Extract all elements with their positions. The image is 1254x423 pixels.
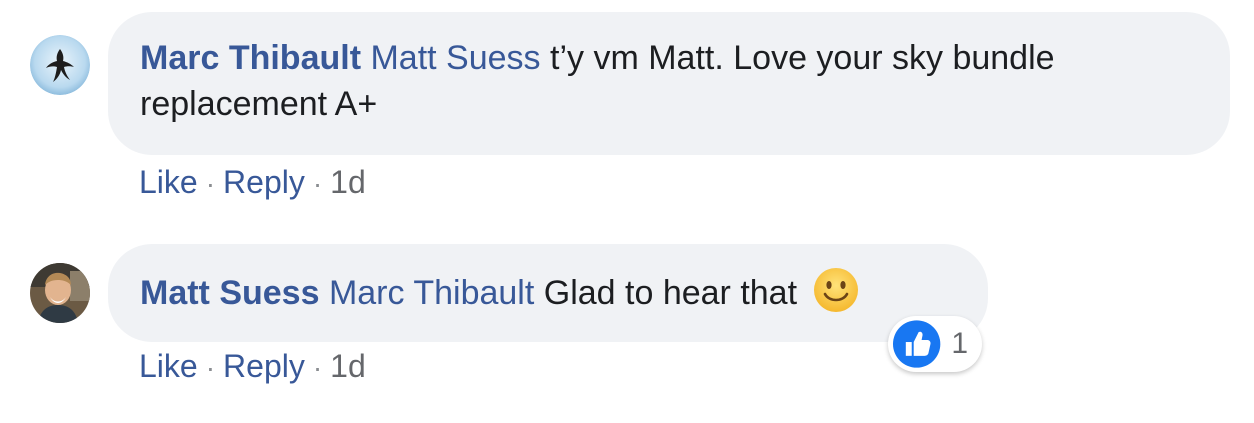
bird-avatar[interactable] [30,35,90,95]
reaction-count: 1 [951,327,968,360]
bird-silhouette-icon [30,35,90,95]
separator-dot: · [312,352,323,383]
separator-dot: · [205,168,216,199]
reply-link[interactable]: Reply [223,348,305,384]
timestamp[interactable]: 1d [330,348,366,384]
timestamp[interactable]: 1d [330,164,366,200]
comment-author[interactable]: Matt Suess [140,274,320,312]
person-photo-icon [30,263,90,323]
person-avatar[interactable] [30,263,90,323]
like-link[interactable]: Like [139,348,198,384]
comment-mention[interactable]: Marc Thibault [329,274,534,312]
comment-mention[interactable]: Matt Suess [370,39,540,77]
comment-text: Glad to hear that [543,274,798,312]
comment-bubble: Marc Thibault Matt Suess t’y vm Matt. Lo… [108,12,1230,155]
like-link[interactable]: Like [139,164,198,200]
separator-dot: · [312,168,323,199]
comment-thread: Marc Thibault Matt Suess t’y vm Matt. Lo… [0,0,1254,423]
reply-link[interactable]: Reply [223,164,305,200]
comment-actions: Like · Reply · 1d [139,348,366,385]
like-icon [892,320,941,368]
comment-bubble: Matt Suess Marc Thibault Glad to hear th… [108,244,988,342]
comment-actions: Like · Reply · 1d [139,164,366,201]
reaction-summary[interactable]: 1 [888,316,982,372]
smiling-face-emoji-icon [813,267,859,325]
comment-author[interactable]: Marc Thibault [140,39,361,77]
separator-dot: · [205,352,216,383]
